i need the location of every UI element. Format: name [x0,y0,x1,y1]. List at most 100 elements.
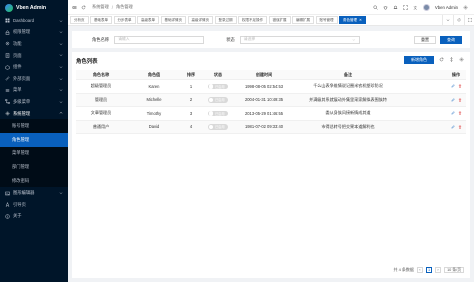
sidebar-item-role[interactable]: 角色管理 [0,132,68,147]
status-select[interactable]: 请选择 [239,35,360,44]
cell-order: 2 [189,97,193,103]
delete-icon[interactable] [458,98,462,102]
switch-knob [208,97,213,102]
tab-advanced-detail[interactable]: 高级详情页 [187,16,213,24]
sidebar-item-external[interactable]: 外部页面 [0,73,68,85]
tab-menu-icon[interactable] [442,14,452,26]
tab-role[interactable]: 角色管理 ✕ [339,16,366,24]
add-role-button[interactable]: 新增角色 [404,56,434,64]
avatar[interactable] [422,3,430,11]
tab-no-permission[interactable]: 权限不足操作 [238,16,267,24]
chevron-down-icon [59,100,63,104]
table-title: 角色列表 [76,59,98,65]
tab-basic-detail[interactable]: 基础详情页 [160,16,186,24]
sidebar-item-components[interactable]: 组件 [0,61,68,73]
tab-label: 基础表单 [94,17,108,22]
cell-actions [446,84,466,89]
column-height-icon[interactable] [449,56,454,64]
fullscreen-icon[interactable] [403,4,408,10]
breadcrumb-item[interactable]: 系统管理 [92,4,109,10]
refresh-icon[interactable] [439,57,444,64]
brand[interactable]: Vben Admin [0,0,68,15]
tab-edit-ext[interactable]: 编辑扩展 [292,16,314,24]
sidebar-item-features[interactable]: 功能 [0,38,68,50]
tab-login-expired[interactable]: 登录过期 [214,16,237,24]
sidebar-item-pages[interactable]: 页面 [0,50,68,62]
role-table-panel: 角色列表 新增角色 角色名称 角色值 排序 状态 创建时间 备注 操作 超级管理… [72,52,470,278]
pagination-total: 共 4 条数据 [393,267,414,272]
page-number[interactable]: 1 [425,267,433,273]
sidebar-item-label: 系统管理 [13,110,31,116]
sidebar-item-account[interactable]: 账号管理 [0,119,68,133]
brand-name: Vben Admin [16,4,47,11]
sidebar: Vben Admin Dashboard 权限管理 功能 页面 组件 外部页面 … [0,0,68,282]
query-button[interactable]: 查询 [440,35,462,44]
sidebar-item-multilevel[interactable]: 多级菜单 [0,96,68,108]
settings-icon[interactable] [463,5,468,10]
delete-icon[interactable] [458,84,462,89]
chevron-down-icon [59,77,63,81]
edit-icon[interactable] [451,125,455,129]
sidebar-item-permission[interactable]: 权限管理 [0,27,68,39]
cell-role-name: 管理员 [94,96,108,102]
sidebar-item-dashboard[interactable]: Dashboard [0,15,68,27]
bell-icon[interactable] [393,5,398,10]
tab-step-form[interactable]: 分步表单 [113,16,136,24]
reset-button[interactable]: 重置 [414,35,436,44]
edit-icon[interactable] [451,84,455,88]
sidebar-item-guide[interactable]: 引导页 [0,199,68,211]
sidebar-item-menu[interactable]: 菜单 [0,85,68,97]
switch-label: 已启用 [215,84,225,89]
col-status[interactable]: 状态 [200,72,236,78]
chevron-up-icon [59,111,63,115]
col-role-value[interactable]: 角色值 [126,72,182,78]
sidebar-item-label: 图形编辑器 [13,190,35,196]
sidebar-item-about[interactable]: 关于 [0,211,68,223]
tab-account[interactable]: 账号管理 [315,16,338,24]
search-icon[interactable] [373,5,378,10]
cell-role-name: 超级管理员 [90,83,112,89]
bug-icon[interactable] [383,5,388,10]
edit-icon[interactable] [451,111,455,115]
sidebar-item-menu-manage[interactable]: 菜单管理 [0,147,68,161]
edit-icon[interactable] [451,98,455,102]
menu-icon [5,88,10,93]
next-page-button[interactable]: › [435,267,442,273]
status-switch[interactable]: 已启用 [208,110,228,116]
tab-advanced-form[interactable]: 高级表单 [137,16,159,24]
cell-remark: 委从身族风接新情成其道 [325,110,371,116]
col-remark[interactable]: 备注 [292,72,404,78]
tab-label: 角色管理 [343,17,357,22]
delete-icon[interactable] [458,125,462,129]
col-order[interactable]: 排序 [182,72,200,78]
refresh-icon[interactable] [81,5,86,10]
tab-basic-form[interactable]: 基础表单 [90,16,112,24]
col-created[interactable]: 创建时间 [236,72,292,78]
col-role-name[interactable]: 角色名称 [76,72,126,78]
close-icon[interactable]: ✕ [359,18,362,22]
sidebar-item-image-editor[interactable]: 图形编辑器 [0,187,68,199]
sidebar-item-system[interactable]: 系统管理 [0,108,68,120]
tab-refresh-icon[interactable] [453,14,463,26]
collapse-menu-icon[interactable] [72,5,77,10]
cell-actions [446,111,466,116]
tab-analysis[interactable]: 分析页 [70,16,89,24]
page-size-select[interactable]: 10 条/页 [444,267,464,273]
sidebar-item-password[interactable]: 修改密码 [0,174,68,188]
tab-fold-icon[interactable] [464,14,474,26]
status-switch[interactable]: 已启用 [208,97,228,103]
settings-icon[interactable] [459,57,464,64]
sidebar-item-dept[interactable]: 部门管理 [0,160,68,174]
status-switch[interactable]: 已启用 [208,83,228,89]
sidebar-item-label: 多级菜单 [13,98,31,104]
tab-tools [442,14,474,26]
sidebar-item-label: 菜单 [13,87,22,93]
tab-error-ext[interactable]: 错误扩展 [268,16,291,24]
status-switch[interactable]: 已启用 [208,124,228,130]
language-icon[interactable]: 文 [413,5,418,10]
delete-icon[interactable] [458,111,462,116]
role-name-input[interactable]: 请输入 [114,35,205,44]
prev-page-button[interactable]: ‹ [416,267,423,273]
cell-created: 2013-05-29 01:46:55 [244,110,283,116]
username[interactable]: Vben Admin [435,5,458,10]
